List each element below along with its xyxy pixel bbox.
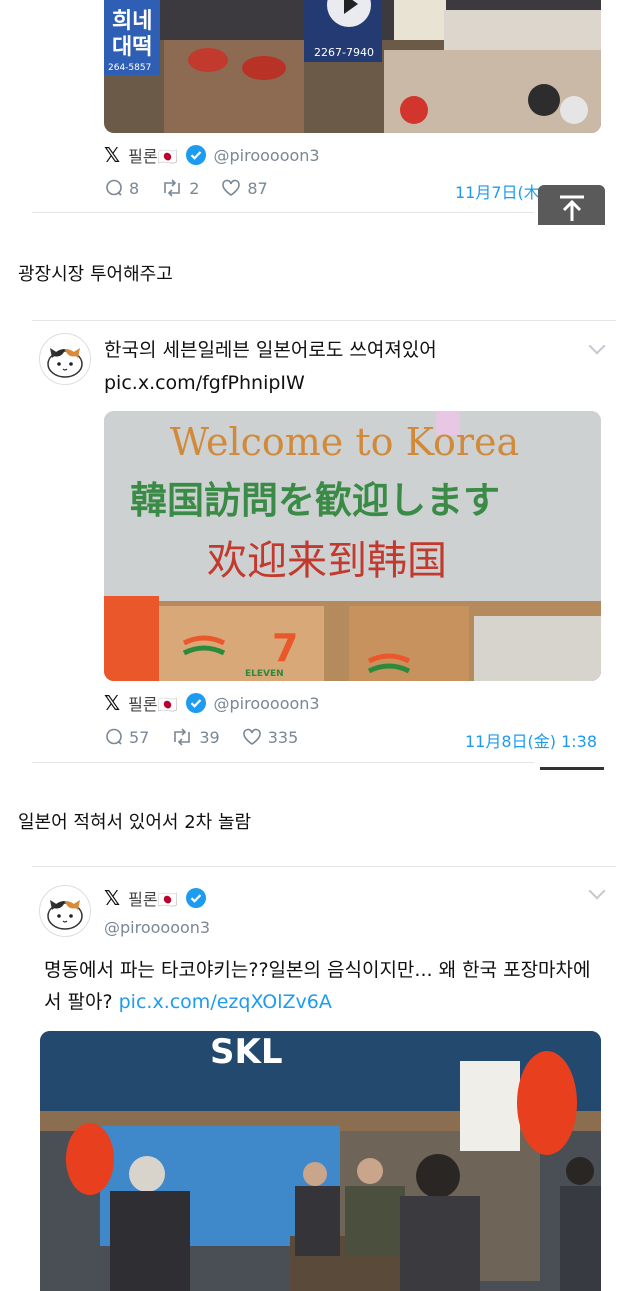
author-name: 필론🇯🇵 [128, 695, 178, 714]
author-name: 필론🇯🇵 [128, 890, 178, 909]
more-options-chevron-icon[interactable] [588, 882, 606, 900]
reply-icon [106, 179, 122, 196]
heart-icon [242, 728, 261, 745]
like-button[interactable]: 335 [242, 726, 299, 748]
caption-1: 광장시장 투어해주고 [18, 264, 173, 285]
divider-accent [540, 767, 604, 770]
retweet-button[interactable]: 39 [171, 726, 220, 748]
verified-badge-icon [185, 145, 206, 165]
tweet1-author-row: 𝕏 필론🇯🇵 @pirooooon3 [104, 143, 320, 167]
caption-2: 일본어 적혀서 있어서 2차 놀람 [18, 812, 252, 833]
x-logo-icon: 𝕏 [104, 886, 121, 910]
market-photo: 희네 대떡 264-5857 2267-7940 [104, 0, 601, 133]
retweet-count: 2 [189, 178, 200, 198]
sign-line-2: 韓国訪問を歓迎します [130, 478, 500, 522]
x-logo-icon: 𝕏 [104, 143, 121, 167]
like-count: 87 [247, 178, 268, 198]
tweet3-text-block: 명동에서 파는 타코야키는??일본의 음식이지만... 왜 한국 포장마차에서 … [44, 954, 592, 1018]
photo-sign-3: 264-5857 [108, 63, 151, 73]
author-handle[interactable]: @pirooooon3 [214, 146, 320, 165]
reply-count: 57 [129, 727, 150, 747]
store-logo-text: ELEVEN [245, 669, 284, 679]
tweet1-actions: 8 2 87 [105, 177, 268, 199]
reply-button[interactable]: 57 [105, 726, 149, 748]
tweet2-date[interactable]: 11月8日(金) 1:38 [465, 728, 597, 752]
tweet2-photo[interactable]: 7 ELEVEN Welcome to Korea 韓国訪問を歓迎します 欢迎来… [104, 411, 601, 681]
tweet1-photo[interactable]: 희네 대떡 264-5857 2267-7940 [104, 0, 601, 133]
reply-button[interactable]: 8 [105, 177, 139, 199]
svg-text:7: 7 [272, 626, 298, 670]
more-options-chevron-icon[interactable] [588, 337, 606, 355]
divider [32, 866, 616, 867]
avatar[interactable] [39, 333, 91, 385]
tweet3-author-row: 𝕏 필론🇯🇵 [104, 886, 206, 910]
photo-sign-2: 대떡 [112, 35, 152, 60]
scroll-to-top-button[interactable] [538, 185, 605, 225]
photo-sign-4: 2267-7940 [314, 46, 374, 59]
tweet2-link[interactable]: pic.x.com/fgfPhnipIW [104, 367, 305, 399]
verified-badge-icon [185, 888, 206, 908]
sign-line-3: 欢迎来到韩国 [207, 538, 447, 584]
tweet2-text: 한국의 세븐일레븐 일본어로도 쓰여져있어 [104, 339, 437, 361]
retweet-button[interactable]: 2 [161, 177, 199, 199]
verified-badge-icon [185, 693, 206, 713]
photo-sign-1: 희네 [112, 9, 152, 34]
author-handle[interactable]: @pirooooon3 [104, 918, 210, 937]
author-handle[interactable]: @pirooooon3 [214, 694, 320, 713]
retweet-icon [174, 728, 191, 746]
like-button[interactable]: 87 [221, 177, 268, 199]
store-sign-text: SKL [210, 1032, 283, 1072]
reply-count: 8 [129, 178, 140, 198]
reply-icon [106, 728, 122, 745]
retweet-count: 39 [199, 727, 220, 747]
divider [32, 320, 616, 321]
retweet-icon [164, 179, 180, 197]
seven-eleven-sign-photo: 7 ELEVEN Welcome to Korea 韓国訪問を歓迎します 欢迎来… [104, 411, 601, 681]
takoyaki-stall-photo: SKL [40, 1031, 601, 1291]
x-logo-icon: 𝕏 [104, 691, 121, 715]
like-count: 335 [267, 727, 299, 747]
tweet3-link[interactable]: pic.x.com/ezqXOlZv6A [119, 991, 332, 1013]
divider [32, 212, 534, 213]
author-name: 필론🇯🇵 [128, 147, 178, 166]
cat-avatar-icon [47, 348, 83, 378]
avatar[interactable] [39, 885, 91, 937]
heart-icon [222, 179, 241, 196]
divider [32, 762, 534, 763]
tweet2-author-row: 𝕏 필론🇯🇵 @pirooooon3 [104, 691, 320, 715]
arrow-up-icon [559, 195, 584, 221]
cat-avatar-icon [47, 900, 83, 930]
tweet3-photo[interactable]: SKL [40, 1031, 601, 1291]
tweet2-actions: 57 39 335 [105, 726, 298, 748]
sign-line-1: Welcome to Korea [170, 420, 519, 464]
